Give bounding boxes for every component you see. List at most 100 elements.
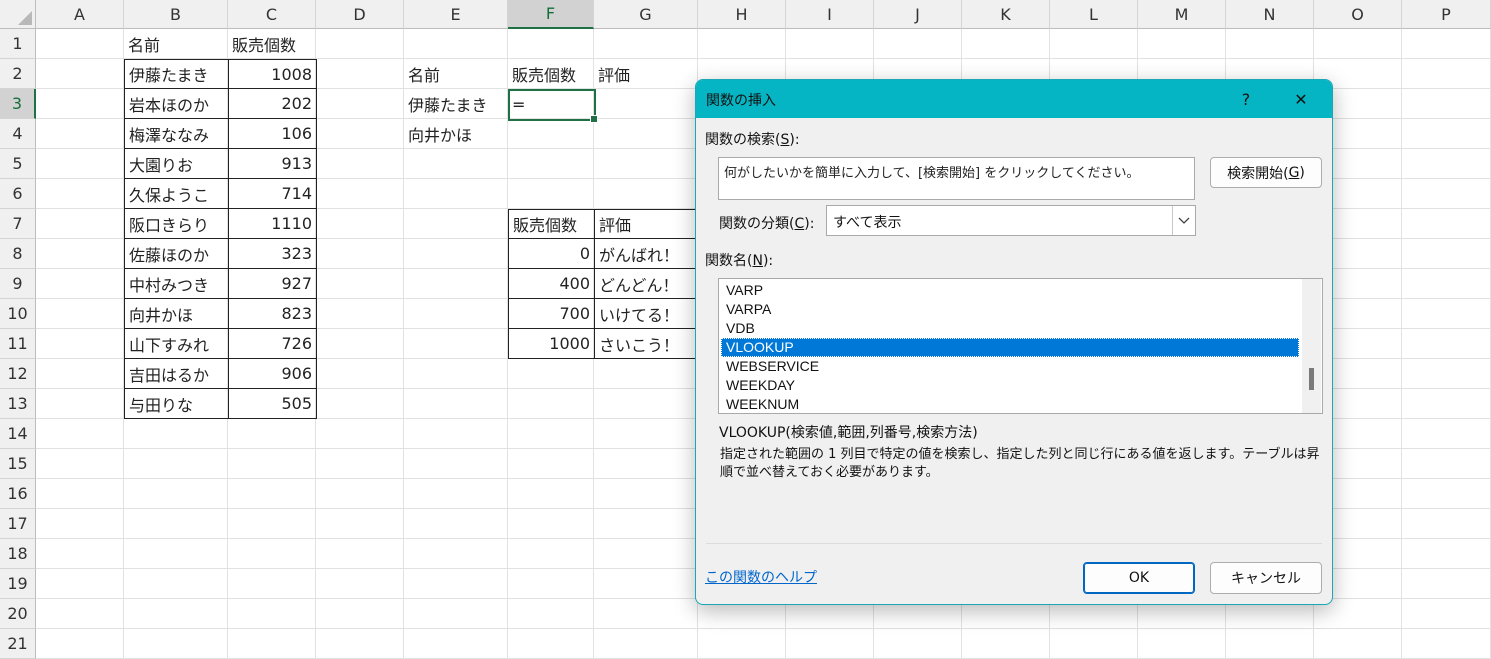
active-cell-F3[interactable] [508, 89, 598, 123]
table2-rating-cell[interactable]: いけてる！ [594, 299, 698, 329]
column-header[interactable]: K [962, 0, 1050, 29]
cancel-button[interactable]: キャンセル [1210, 562, 1322, 594]
table1-name-cell[interactable]: 久保ようこ [124, 179, 229, 209]
table1-name-cell[interactable]: 与田りな [124, 389, 229, 419]
table2-rating-cell[interactable]: さいこう！ [594, 329, 698, 359]
select-all-corner[interactable] [0, 0, 36, 29]
table1-name-cell[interactable]: 梅澤ななみ [124, 119, 229, 149]
table1-count-cell[interactable]: 927 [228, 269, 317, 299]
column-header[interactable]: H [698, 0, 786, 29]
function-list-item[interactable]: VLOOKUP [721, 338, 1299, 357]
lookup-header-rating[interactable]: 評価 [594, 59, 698, 89]
table1-name-cell[interactable]: 阪口きらり [124, 209, 229, 239]
insert-function-dialog[interactable]: 関数の挿入 ? ✕ 関数の検索(S): 何がしたいかを簡単に入力して、[検索開始… [695, 79, 1333, 605]
column-header[interactable]: G [594, 0, 698, 29]
table2-header-count[interactable]: 販売個数 [508, 209, 595, 239]
row-header[interactable]: 13 [0, 389, 36, 419]
row-header[interactable]: 9 [0, 269, 36, 299]
function-list-item[interactable]: WEBSERVICE [721, 357, 1299, 376]
row-header[interactable]: 16 [0, 479, 36, 509]
table1-header-name[interactable]: 名前 [124, 29, 229, 59]
row-header[interactable]: 8 [0, 239, 36, 269]
row-header[interactable]: 20 [0, 599, 36, 629]
function-list-item[interactable]: WEEKNUM [721, 395, 1299, 413]
table1-name-cell[interactable]: 大園りお [124, 149, 229, 179]
column-header[interactable]: J [874, 0, 962, 29]
function-help-link[interactable]: この関数のヘルプ [705, 567, 817, 587]
row-header[interactable]: 6 [0, 179, 36, 209]
lookup-header-count[interactable]: 販売個数 [508, 59, 596, 89]
help-question-icon[interactable]: ? [1223, 80, 1269, 118]
table1-count-cell[interactable]: 323 [228, 239, 317, 269]
column-header[interactable]: F [508, 0, 594, 29]
table1-count-cell[interactable]: 823 [228, 299, 317, 329]
table1-name-cell[interactable]: 山下すみれ [124, 329, 229, 359]
column-header[interactable]: O [1314, 0, 1402, 29]
lookup-name-2[interactable]: 向井かほ [404, 119, 508, 149]
ok-button[interactable]: OK [1083, 562, 1195, 594]
column-header[interactable]: D [316, 0, 404, 29]
table1-count-cell[interactable]: 1110 [228, 209, 317, 239]
row-header[interactable]: 4 [0, 119, 36, 149]
chevron-down-icon[interactable] [1172, 206, 1195, 235]
table2-header-rating[interactable]: 評価 [594, 209, 698, 239]
table1-name-cell[interactable]: 中村みつき [124, 269, 229, 299]
column-header[interactable]: I [786, 0, 874, 29]
column-header[interactable]: L [1050, 0, 1138, 29]
column-header[interactable]: E [404, 0, 508, 29]
column-header[interactable]: M [1138, 0, 1226, 29]
table1-count-cell[interactable]: 505 [228, 389, 317, 419]
table2-count-cell[interactable]: 1000 [508, 329, 595, 359]
function-list-item[interactable]: VARP [721, 281, 1299, 300]
column-header[interactable]: N [1226, 0, 1314, 29]
row-header[interactable]: 17 [0, 509, 36, 539]
table2-count-cell[interactable]: 700 [508, 299, 595, 329]
table1-count-cell[interactable]: 202 [228, 89, 317, 119]
table2-rating-cell[interactable]: どんどん！ [594, 269, 698, 299]
row-header[interactable]: 3 [0, 89, 36, 119]
function-list-scrollbar[interactable] [1302, 279, 1321, 413]
row-header[interactable]: 1 [0, 29, 36, 59]
row-header[interactable]: 21 [0, 629, 36, 659]
table1-name-cell[interactable]: 吉田はるか [124, 359, 229, 389]
column-header[interactable]: B [124, 0, 228, 29]
table1-header-count[interactable]: 販売個数 [228, 29, 317, 59]
scrollbar-thumb[interactable] [1309, 368, 1314, 390]
row-header[interactable]: 10 [0, 299, 36, 329]
table1-count-cell[interactable]: 106 [228, 119, 317, 149]
search-start-button[interactable]: 検索開始(G) [1210, 157, 1322, 188]
dialog-titlebar[interactable]: 関数の挿入 ? ✕ [696, 80, 1332, 118]
column-header[interactable]: C [228, 0, 316, 29]
table1-name-cell[interactable]: 佐藤ほのか [124, 239, 229, 269]
row-header[interactable]: 12 [0, 359, 36, 389]
table1-name-cell[interactable]: 伊藤たまき [124, 59, 229, 89]
table1-count-cell[interactable]: 1008 [228, 59, 317, 89]
lookup-header-name[interactable]: 名前 [404, 59, 508, 89]
row-header[interactable]: 5 [0, 149, 36, 179]
table1-count-cell[interactable]: 913 [228, 149, 317, 179]
table1-name-cell[interactable]: 向井かほ [124, 299, 229, 329]
column-header[interactable]: P [1402, 0, 1491, 29]
function-list-item[interactable]: VDB [721, 319, 1299, 338]
function-list-item[interactable]: WEEKDAY [721, 376, 1299, 395]
row-header[interactable]: 2 [0, 59, 36, 89]
table2-count-cell[interactable]: 0 [508, 239, 595, 269]
category-select[interactable]: すべて表示 [826, 205, 1196, 236]
row-header[interactable]: 11 [0, 329, 36, 359]
column-header[interactable]: A [36, 0, 124, 29]
row-header[interactable]: 14 [0, 419, 36, 449]
function-search-input[interactable]: 何がしたいかを簡単に入力して、[検索開始] をクリックしてください。 [718, 157, 1195, 200]
function-list[interactable]: VARP VARPA VDB VLOOKUP WEBSERVICE WEEKDAY WEEK… [718, 278, 1323, 414]
row-header[interactable]: 7 [0, 209, 36, 239]
table2-rating-cell[interactable]: がんばれ！ [594, 239, 698, 269]
row-header[interactable]: 19 [0, 569, 36, 599]
table2-count-cell[interactable]: 400 [508, 269, 595, 299]
close-icon[interactable]: ✕ [1278, 80, 1324, 118]
table1-count-cell[interactable]: 906 [228, 359, 317, 389]
table1-count-cell[interactable]: 726 [228, 329, 317, 359]
lookup-name-1[interactable]: 伊藤たまき [404, 89, 508, 119]
row-header[interactable]: 15 [0, 449, 36, 479]
table1-count-cell[interactable]: 714 [228, 179, 317, 209]
row-header[interactable]: 18 [0, 539, 36, 569]
function-list-item[interactable]: VARPA [721, 300, 1299, 319]
